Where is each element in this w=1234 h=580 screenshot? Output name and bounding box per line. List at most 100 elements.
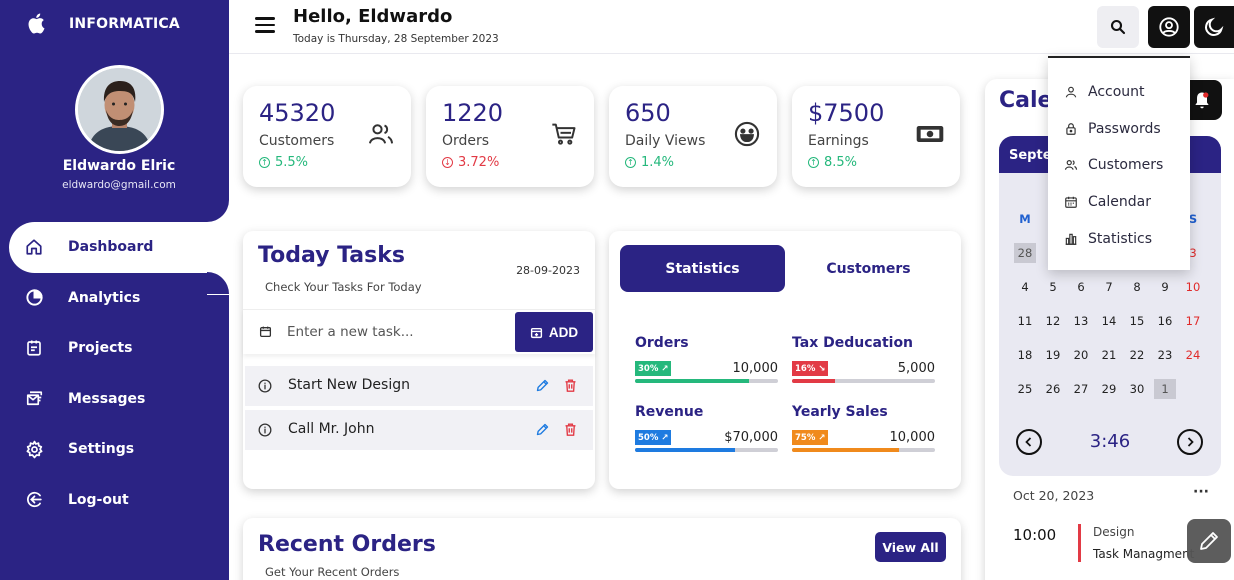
event-category: Design xyxy=(1093,525,1135,539)
sidebar-item-dashboard[interactable]: Dashboard xyxy=(9,200,229,294)
event-date: Oct 20, 2023 xyxy=(1013,488,1095,503)
calendar-day[interactable]: 13 xyxy=(1067,304,1095,338)
sidebar-item-messages[interactable]: Messages xyxy=(0,374,229,425)
logout-icon xyxy=(24,490,44,510)
calendar-day[interactable]: 30 xyxy=(1123,372,1151,406)
calendar-weekday: M xyxy=(1019,212,1031,226)
calendar-day[interactable]: 12 xyxy=(1039,304,1067,338)
calendar-week-row: 2526272829301 xyxy=(1011,242,1216,406)
menu-item-passwords[interactable]: Passwords xyxy=(1048,114,1190,144)
view-all-button[interactable]: View All xyxy=(875,532,946,562)
orders-subtitle: Get Your Recent Orders xyxy=(265,565,400,579)
account-dropdown-menu: Account Passwords Customers Calendar Sta… xyxy=(1048,56,1190,270)
account-button[interactable] xyxy=(1148,6,1190,48)
calendar-day[interactable]: 1 xyxy=(1151,372,1179,406)
edit-fab-button[interactable] xyxy=(1187,519,1231,563)
customers-icon xyxy=(1064,160,1078,170)
calendar-day[interactable]: 22 xyxy=(1123,338,1151,372)
calendar-day[interactable]: 25 xyxy=(1011,372,1039,406)
stat-card-orders: 1220 Orders ↓ 3.72% xyxy=(426,86,594,187)
event-marker xyxy=(1078,524,1081,562)
new-task-input[interactable] xyxy=(287,319,507,345)
delete-icon[interactable] xyxy=(563,378,578,393)
calendar-day[interactable]: 29 xyxy=(1095,372,1123,406)
menu-item-calendar[interactable]: Calendar xyxy=(1048,187,1190,217)
delete-icon[interactable] xyxy=(563,422,578,437)
menu-toggle-icon[interactable] xyxy=(255,17,275,35)
calendar-week-row: 18 19 20 21 22 23 24 xyxy=(1011,338,1216,372)
metric-progress-bar xyxy=(635,379,778,383)
sidebar-item-logout[interactable]: Log-out xyxy=(0,475,229,526)
event-time: 10:00 xyxy=(1013,526,1057,544)
page-title: Hello, Eldwardo xyxy=(293,6,453,27)
lock-icon xyxy=(1066,123,1076,135)
avatar-photo xyxy=(78,68,161,151)
sidebar-item-analytics[interactable]: Analytics xyxy=(0,273,229,324)
apple-logo-icon xyxy=(28,13,45,34)
dark-mode-toggle[interactable] xyxy=(1194,6,1234,48)
menu-item-statistics[interactable]: Statistics xyxy=(1048,224,1190,254)
calendar-day[interactable]: 28 xyxy=(1011,236,1039,270)
calendar-day[interactable]: 10 xyxy=(1179,270,1207,304)
tasks-date: 28-09-2023 xyxy=(516,264,580,277)
calendar-day[interactable]: 18 xyxy=(1011,338,1039,372)
sidebar-item-projects[interactable]: Projects xyxy=(0,323,229,374)
calendar-icon xyxy=(1065,196,1077,208)
menu-item-account[interactable]: Account xyxy=(1048,77,1190,107)
edit-icon[interactable] xyxy=(535,422,550,437)
calendar-week-row: 11 12 13 14 15 16 17 xyxy=(1011,304,1216,338)
calendar-day[interactable]: 16 xyxy=(1151,304,1179,338)
sidebar-item-settings[interactable]: Settings xyxy=(0,424,229,475)
metric-badge: 50% ↗ xyxy=(635,430,672,445)
user-circle-icon xyxy=(1159,17,1179,37)
calendar-day[interactable]: 8 xyxy=(1123,270,1151,304)
calendar-day[interactable]: 6 xyxy=(1067,270,1095,304)
brand: INFORMATICA xyxy=(27,12,180,34)
calendar-day[interactable]: 24 xyxy=(1179,338,1207,372)
calendar-day[interactable]: 15 xyxy=(1123,304,1151,338)
sidebar-item-label: Projects xyxy=(68,340,133,357)
money-icon xyxy=(916,125,944,143)
calendar-icon xyxy=(259,326,272,338)
calendar-title: Cale xyxy=(999,88,1053,113)
search-button[interactable] xyxy=(1097,6,1139,48)
calendar-day[interactable]: 9 xyxy=(1151,270,1179,304)
calendar-day[interactable]: 19 xyxy=(1039,338,1067,372)
calendar-day[interactable]: 20 xyxy=(1067,338,1095,372)
envelope-icon xyxy=(24,389,44,409)
more-options-icon[interactable]: ··· xyxy=(1193,484,1209,500)
metric-value: 5,000 xyxy=(897,361,935,376)
trend-up-icon: ↑ xyxy=(259,157,270,168)
sidebar-item-label: Settings xyxy=(68,441,135,458)
sidebar: INFORMATICA Eldwardo Elric eldwardo@gmai… xyxy=(0,0,229,580)
menu-item-customers[interactable]: Customers xyxy=(1048,150,1190,180)
calendar-day[interactable]: 27 xyxy=(1067,372,1095,406)
metric-progress-fill xyxy=(792,379,835,383)
tasks-title: Today Tasks xyxy=(258,243,405,268)
task-item[interactable]: Call Mr. John xyxy=(245,410,593,450)
avatar[interactable] xyxy=(75,65,164,154)
new-task-row: ADD xyxy=(243,309,595,354)
info-icon xyxy=(258,423,272,437)
calendar-day[interactable]: 4 xyxy=(1011,270,1039,304)
tab-statistics[interactable]: Statistics xyxy=(620,245,785,292)
metric-progress-fill xyxy=(635,448,736,452)
calendar-day[interactable]: 26 xyxy=(1039,372,1067,406)
calendar-day[interactable]: 21 xyxy=(1095,338,1123,372)
calendar-footer: 3:46 xyxy=(999,421,1221,461)
task-item[interactable]: Start New Design xyxy=(245,366,593,406)
edit-icon[interactable] xyxy=(535,378,550,393)
user-email: eldwardo@gmail.com xyxy=(62,179,176,191)
next-month-button[interactable] xyxy=(1177,429,1203,455)
calendar-day[interactable]: 11 xyxy=(1011,304,1039,338)
calendar-day[interactable]: 7 xyxy=(1095,270,1123,304)
add-task-button[interactable]: ADD xyxy=(515,312,593,352)
calendar-day[interactable]: 14 xyxy=(1095,304,1123,338)
calendar-day[interactable]: 23 xyxy=(1151,338,1179,372)
calendar-day[interactable]: 17 xyxy=(1179,304,1207,338)
stat-label: Earnings xyxy=(808,133,869,149)
users-icon xyxy=(368,124,394,144)
calendar-day[interactable]: 5 xyxy=(1039,270,1067,304)
metric-badge: 75% ↗ xyxy=(792,430,829,445)
tab-customers[interactable]: Customers xyxy=(786,245,951,292)
